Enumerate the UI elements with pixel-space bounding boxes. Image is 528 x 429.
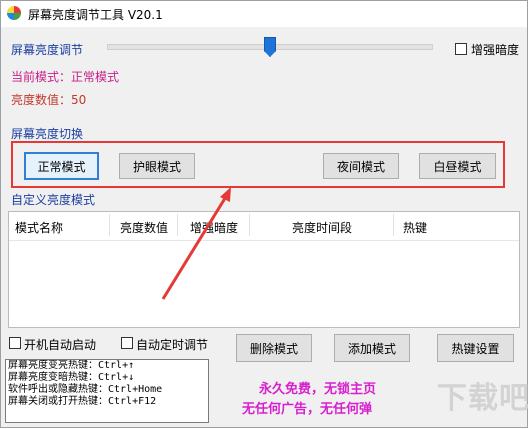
annotation-arrow-icon <box>161 187 231 300</box>
app-window: 屏幕亮度调节工具 V20.1 屏幕亮度调节 增强暗度 当前模式：正常模式 亮度数… <box>0 0 528 428</box>
